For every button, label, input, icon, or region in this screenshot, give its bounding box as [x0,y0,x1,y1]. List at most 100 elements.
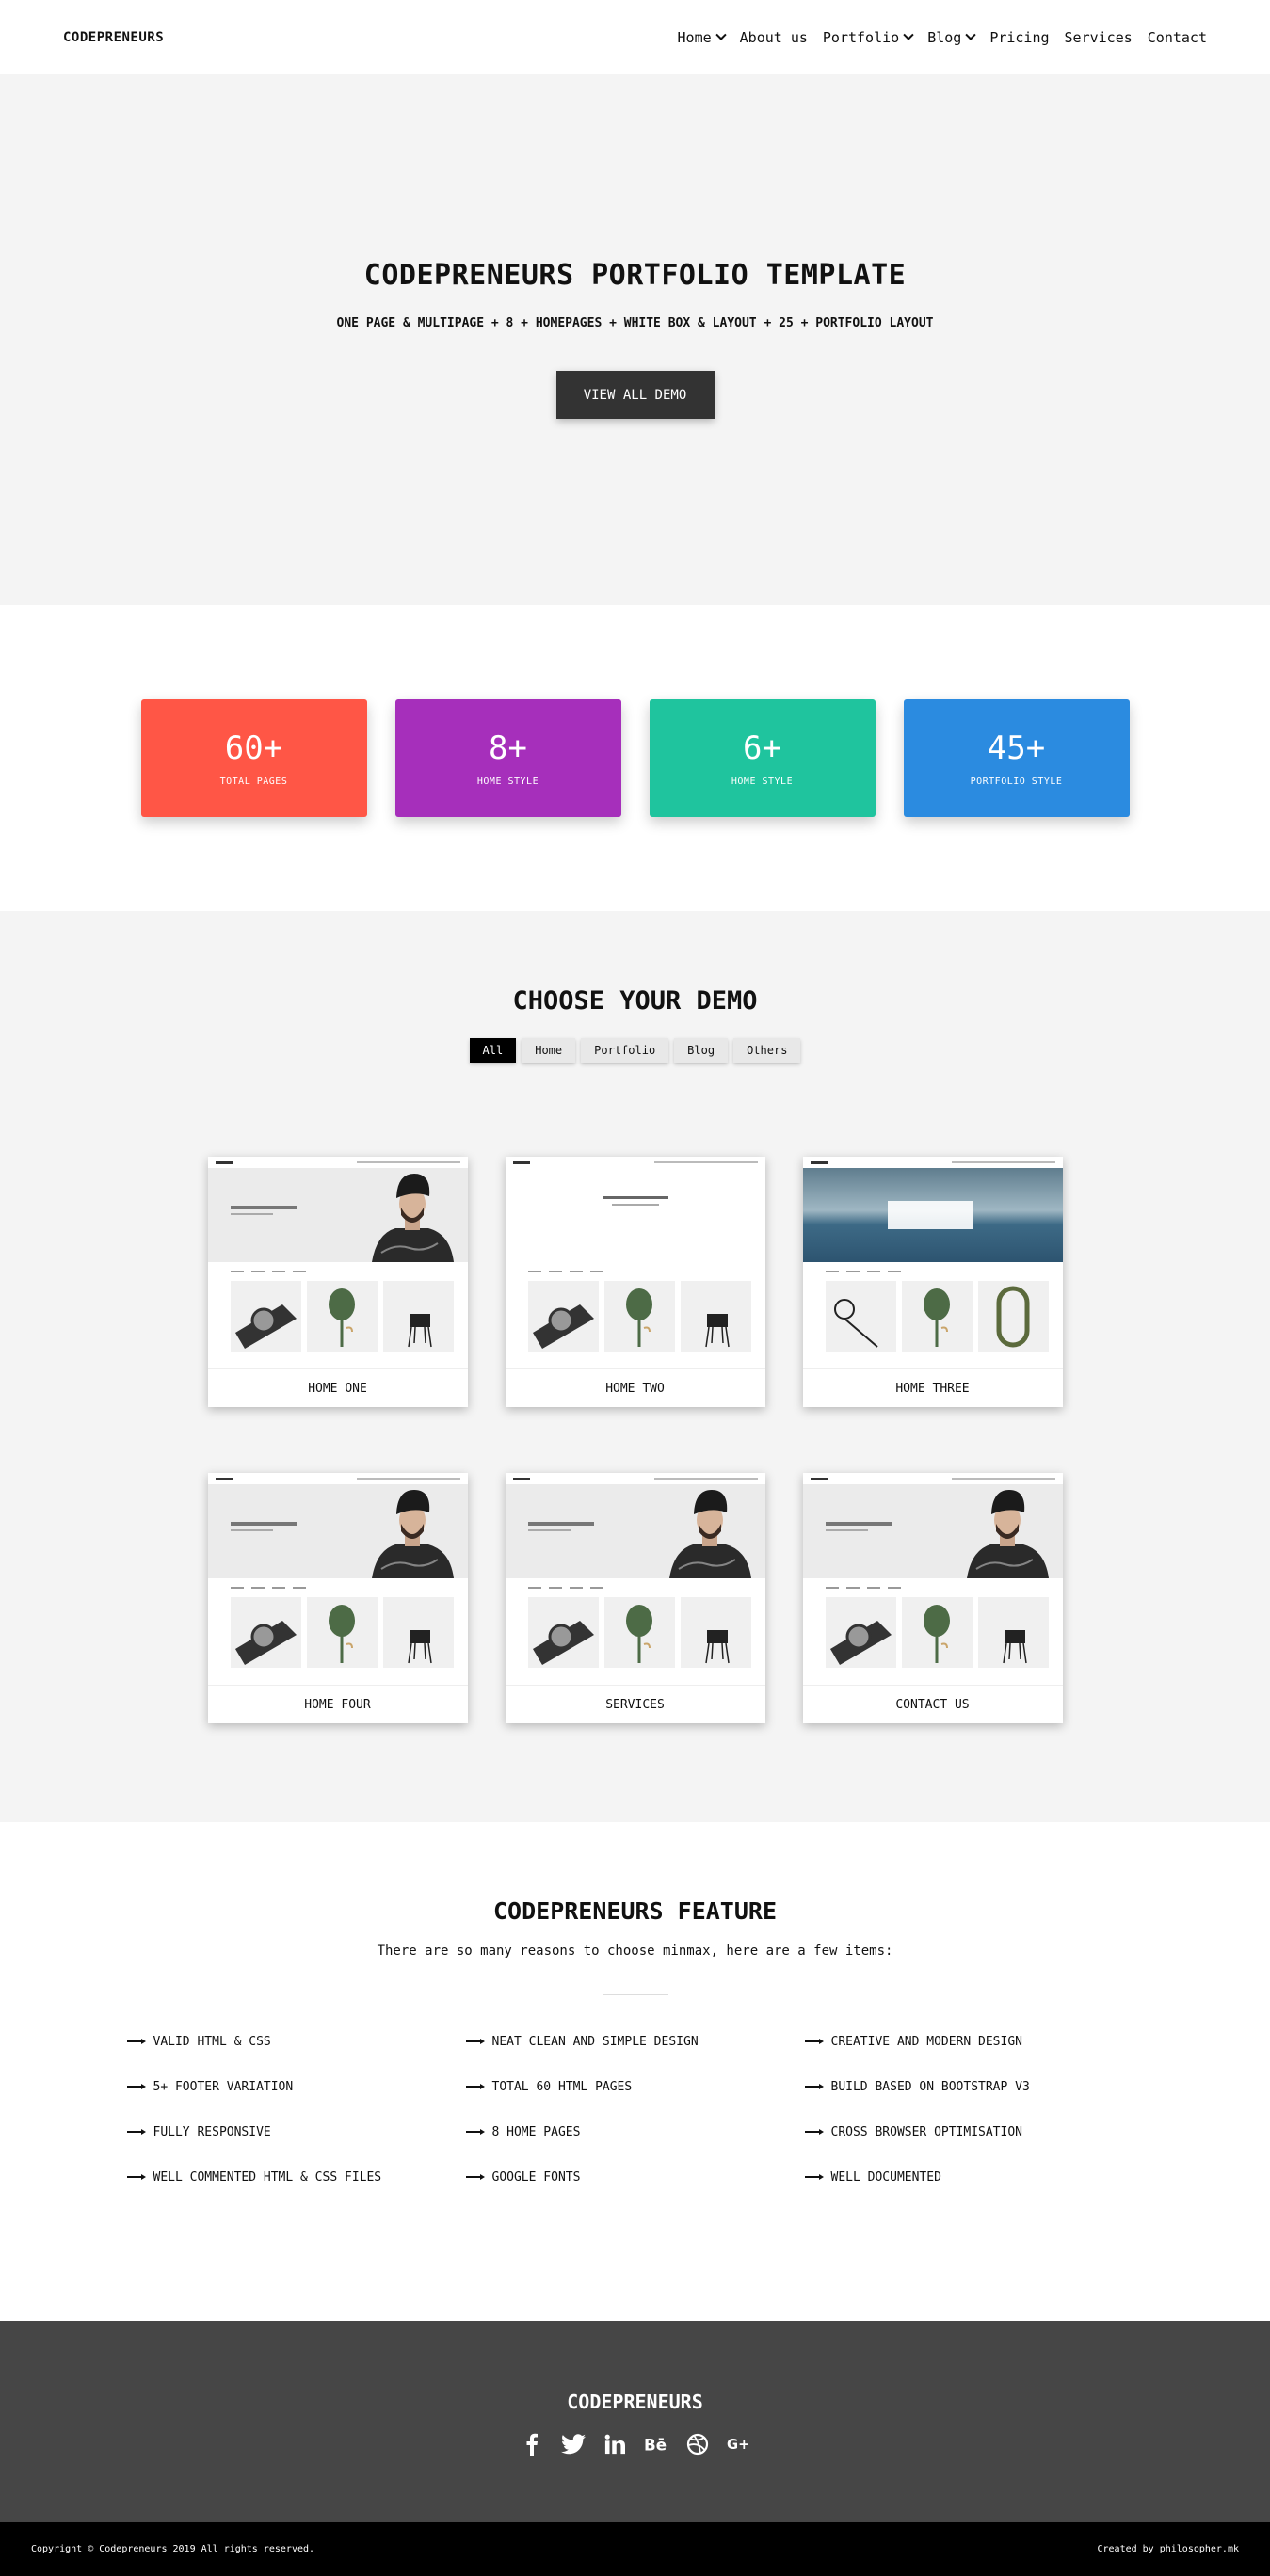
feature-item: 5+ FOOTER VARIATION [127,2078,466,2095]
filter-all-button[interactable]: All [469,1038,517,1063]
stat-number: 6+ [743,729,781,767]
demo-thumbnail [207,1157,468,1368]
top-navbar: CODEPRENEURS Home About us Portfolio Blog Pr… [0,0,1270,74]
main-menu: Home About us Portfolio Blog Pricing Services… [678,29,1207,46]
footer: CODEPRENEURS Bē G+ [0,2321,1270,2522]
nav-item-home[interactable]: Home [677,28,727,46]
nav-item-label: Pricing [989,28,1050,46]
nav-item-label: Contact [1147,28,1207,46]
google-plus-icon[interactable]: G+ [727,2432,751,2456]
nav-item-about-us[interactable]: About us [740,29,808,46]
nav-item-pricing[interactable]: Pricing [989,29,1049,46]
feature-text: CROSS BROWSER OPTIMISATION [830,2124,1023,2139]
demo-thumbnail [207,1473,468,1685]
social-links: Bē G+ [520,2432,751,2456]
stat-card: 6+ HOME STYLE [649,699,876,817]
demos-title: CHOOSE YOUR DEMO [512,986,758,1016]
demo-card-contact-us[interactable]: CONTACT US [802,1473,1063,1723]
twitter-icon[interactable] [560,2432,586,2456]
credit-text[interactable]: Created by philosopher.mk [1097,2544,1239,2554]
view-all-demo-button[interactable]: VIEW ALL DEMO [555,371,715,419]
stat-number: 60+ [224,729,283,767]
demo-card-label: HOME TWO [505,1368,765,1407]
stat-number: 8+ [489,729,527,767]
nav-item-portfolio[interactable]: Portfolio [823,29,914,46]
feature-item: CREATIVE AND MODERN DESIGN [805,2033,1144,2050]
demo-card-label: SERVICES [505,1685,765,1723]
arrow-right-icon [466,2129,485,2135]
filter-blog-button[interactable]: Blog [674,1038,729,1063]
nav-item-blog[interactable]: Blog [927,28,976,46]
behance-icon[interactable]: Bē [644,2432,668,2456]
demo-thumbnail [505,1157,765,1368]
feature-text: BUILD BASED ON BOOTSTRAP V3 [830,2079,1030,2094]
demo-thumbnail [802,1473,1063,1685]
nav-item-services[interactable]: Services [1065,29,1133,46]
demo-card-services[interactable]: SERVICES [505,1473,765,1723]
feature-item: FULLY RESPONSIVE [127,2123,466,2140]
feature-text: WELL DOCUMENTED [830,2169,941,2184]
hero-title: CODEPRENEURS PORTFOLIO TEMPLATE [363,259,907,292]
demo-card-label: HOME ONE [207,1368,468,1407]
arrow-right-icon [805,2129,824,2135]
feature-item: WELL DOCUMENTED [805,2168,1144,2185]
linkedin-icon[interactable] [603,2432,627,2456]
dribbble-icon[interactable] [685,2432,710,2456]
arrow-right-icon [805,2039,824,2044]
nav-item-contact[interactable]: Contact [1148,29,1207,46]
stat-card: 8+ HOME STYLE [394,699,621,817]
demo-card-label: HOME FOUR [207,1685,468,1723]
feature-text: 5+ FOOTER VARIATION [153,2079,294,2094]
svg-text:G+: G+ [727,2437,749,2453]
stat-label: HOME STYLE [476,776,539,787]
filter-portfolio-button[interactable]: Portfolio [581,1038,669,1063]
demo-card-home-two[interactable]: HOME TWO [505,1157,765,1407]
nav-item-label: Home [677,28,712,46]
arrow-right-icon [805,2084,824,2089]
copyright-text: Copyright © Codepreneurs 2019 All rights… [31,2544,315,2554]
feature-list: VALID HTML & CSS NEAT CLEAN AND SIMPLE DE… [127,2033,1144,2185]
feature-text: NEAT CLEAN AND SIMPLE DESIGN [491,2034,699,2049]
feature-text: GOOGLE FONTS [491,2169,581,2184]
features-intro: There are so many reasons to choose minm… [377,1944,893,1959]
stat-card: 60+ TOTAL PAGES [140,699,367,817]
feature-text: 8 HOME PAGES [491,2124,581,2139]
filter-home-button[interactable]: Home [522,1038,576,1063]
demo-grid: HOME ONE HOME TWO HOME THREE HOME FOUR SERVI… [207,1157,1063,1723]
svg-text:Bē: Bē [644,2436,667,2455]
chevron-down-icon [715,29,727,40]
divider [602,1994,668,1995]
feature-item: VALID HTML & CSS [127,2033,466,2050]
chevron-down-icon [903,29,914,40]
facebook-icon[interactable] [520,2432,544,2456]
demo-card-home-three[interactable]: HOME THREE [802,1157,1063,1407]
demo-card-label: CONTACT US [802,1685,1063,1723]
hero-section: CODEPRENEURS PORTFOLIO TEMPLATE ONE PAGE… [0,74,1270,605]
arrow-right-icon [127,2039,146,2044]
demos-section: CHOOSE YOUR DEMO All Home Portfolio Blog Oth… [0,911,1270,1822]
stat-label: TOTAL PAGES [219,776,288,787]
demo-card-label: HOME THREE [802,1368,1063,1407]
stat-label: PORTFOLIO STYLE [970,776,1063,787]
filter-others-button[interactable]: Others [733,1038,801,1063]
arrow-right-icon [466,2039,485,2044]
feature-text: FULLY RESPONSIVE [153,2124,271,2139]
feature-text: CREATIVE AND MODERN DESIGN [830,2034,1023,2049]
arrow-right-icon [127,2129,146,2135]
brand-logo[interactable]: CODEPRENEURS [63,30,164,45]
feature-item: TOTAL 60 HTML PAGES [466,2078,805,2095]
feature-item: BUILD BASED ON BOOTSTRAP V3 [805,2078,1144,2095]
arrow-right-icon [127,2174,146,2180]
nav-item-label: Blog [927,28,962,46]
feature-item: CROSS BROWSER OPTIMISATION [805,2123,1144,2140]
feature-text: TOTAL 60 HTML PAGES [491,2079,633,2094]
nav-item-label: Services [1064,28,1133,46]
arrow-right-icon [466,2084,485,2089]
footer-bottom-bar: Copyright © Codepreneurs 2019 All rights… [0,2522,1270,2576]
chevron-down-icon [965,29,976,40]
feature-text: WELL COMMENTED HTML & CSS FILES [153,2169,382,2184]
footer-brand: CODEPRENEURS [567,2391,703,2413]
demo-card-home-four[interactable]: HOME FOUR [207,1473,468,1723]
demo-card-home-one[interactable]: HOME ONE [207,1157,468,1407]
stats-section: 60+ TOTAL PAGES 8+ HOME STYLE 6+ HOME STYLE 45… [0,605,1270,911]
